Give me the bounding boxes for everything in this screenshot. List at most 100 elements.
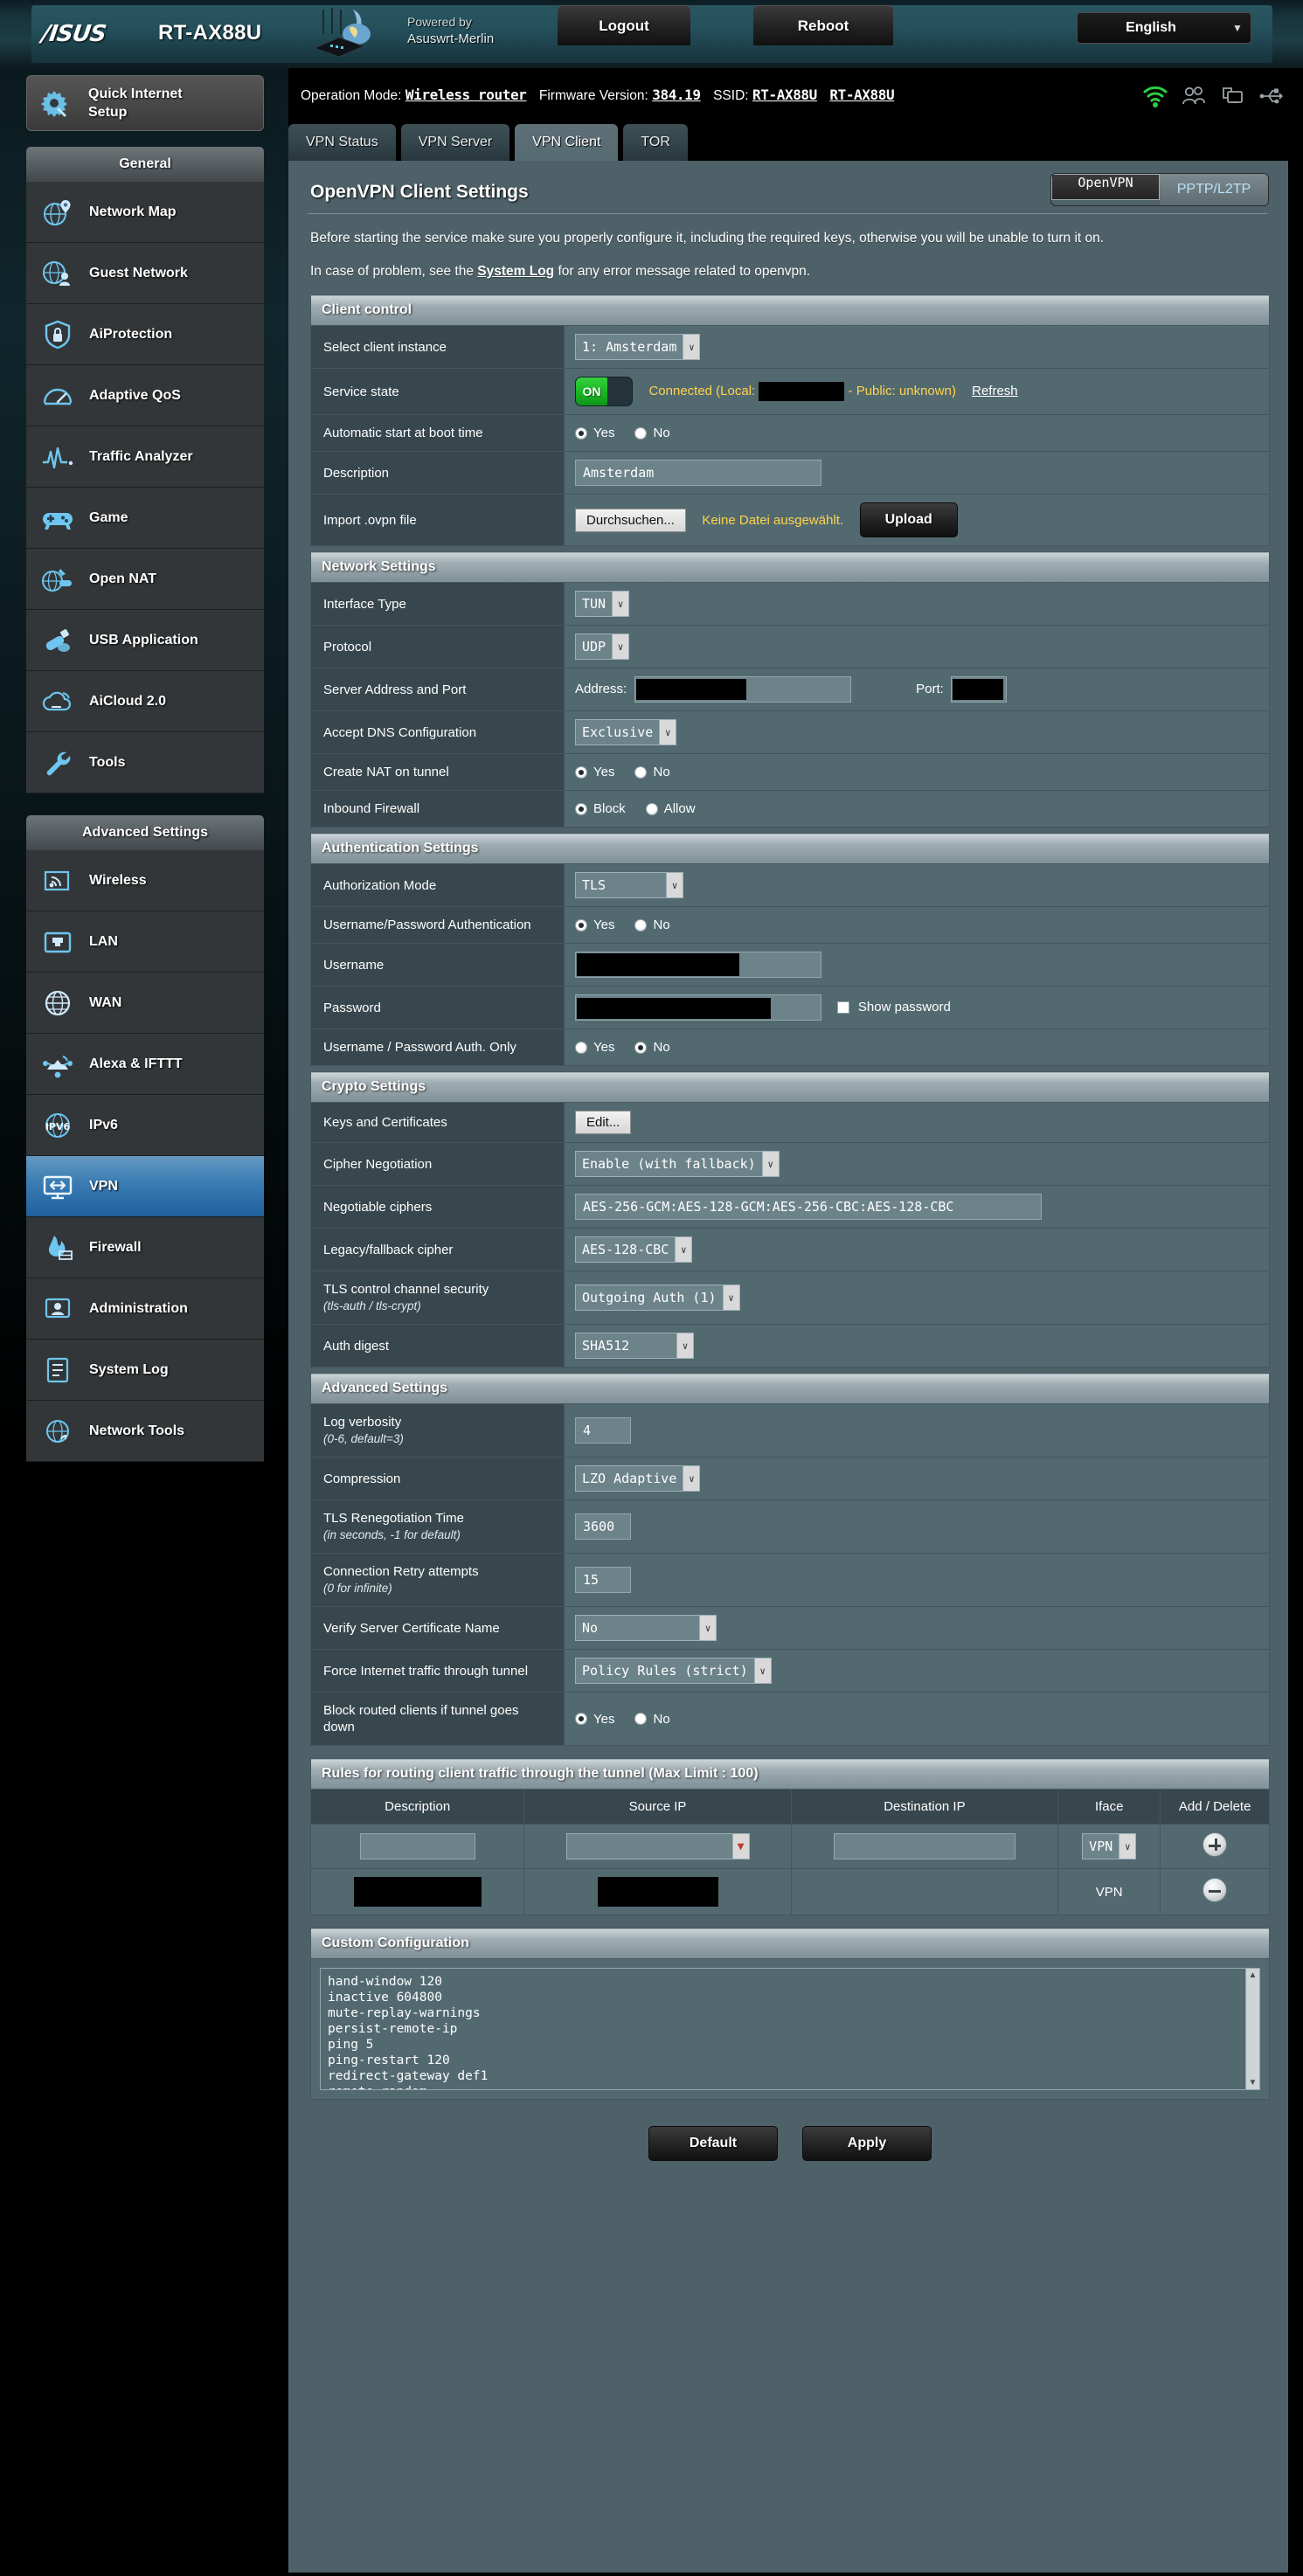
- auto-start-yes-radio[interactable]: [575, 426, 587, 440]
- authorization-mode-dropdown[interactable]: TLS ∨: [575, 872, 683, 898]
- negotiable-ciphers-input[interactable]: [575, 1194, 1042, 1220]
- clients-icon[interactable]: [1181, 84, 1207, 108]
- new-rule-iface-dropdown[interactable]: VPN ∨: [1082, 1833, 1137, 1859]
- description-input[interactable]: [575, 460, 821, 486]
- sidebar-item-open-nat[interactable]: Open NAT: [26, 549, 264, 610]
- language-selector[interactable]: English ▼: [1077, 12, 1251, 44]
- ssid-value-24g[interactable]: RT-AX88U: [752, 87, 817, 103]
- sidebar-item-alexa-ifttt[interactable]: Alexa & IFTTT: [26, 1034, 264, 1095]
- sidebar-item-system-log[interactable]: System Log: [26, 1340, 264, 1401]
- rule-description-redacted: [353, 1877, 482, 1907]
- ssid-value-5g[interactable]: RT-AX88U: [829, 87, 894, 103]
- sidebar-item-vpn[interactable]: VPN: [26, 1156, 264, 1217]
- label-create-nat: Create NAT on tunnel: [310, 753, 565, 791]
- default-button[interactable]: Default: [648, 2126, 778, 2161]
- operation-mode-value[interactable]: Wireless router: [405, 87, 527, 103]
- create-nat-no-radio[interactable]: [634, 765, 648, 779]
- sidebar-item-aiprotection[interactable]: AiProtection: [26, 304, 264, 365]
- userpass-only-yes-radio[interactable]: [575, 1041, 587, 1054]
- new-rule-description-input[interactable]: [359, 1833, 475, 1859]
- apply-button[interactable]: Apply: [802, 2126, 932, 2161]
- service-state-toggle[interactable]: ON: [575, 377, 633, 406]
- sidebar-item-aicloud[interactable]: AiCloud 2.0: [26, 671, 264, 732]
- tab-vpn-status[interactable]: VPN Status: [288, 124, 396, 161]
- log-verbosity-input[interactable]: [575, 1417, 631, 1444]
- inbound-firewall-block-radio[interactable]: [575, 802, 587, 815]
- sidebar-item-network-map[interactable]: Network Map: [26, 182, 264, 243]
- compression-dropdown[interactable]: LZO Adaptive ∨: [575, 1465, 701, 1492]
- minus-circle-icon[interactable]: [1203, 1878, 1228, 1902]
- cipher-negotiation-value: Enable (with fallback): [582, 1156, 756, 1172]
- tab-tor[interactable]: TOR: [623, 124, 688, 161]
- edit-keys-button[interactable]: Edit...: [575, 1111, 632, 1134]
- interface-type-value: TUN: [582, 596, 606, 612]
- userpass-auth-yes-radio[interactable]: [575, 918, 587, 931]
- sidebar-item-tools[interactable]: Tools: [26, 732, 264, 793]
- col-destination-ip: Destination IP: [790, 1789, 1059, 1825]
- new-rule-destination-ip-input[interactable]: [833, 1833, 1015, 1859]
- sidebar-item-usb-application[interactable]: USB Application: [26, 610, 264, 671]
- plus-circle-icon[interactable]: [1203, 1832, 1228, 1857]
- create-nat-yes-radio[interactable]: [575, 765, 587, 779]
- firmware-value[interactable]: 384.19: [652, 87, 701, 103]
- custom-configuration-textarea[interactable]: hand-window 120 inactive 604800 mute-rep…: [320, 1968, 1246, 2090]
- auth-digest-dropdown[interactable]: SHA512 ∨: [575, 1333, 694, 1359]
- asuswrt-merlin-logo-icon: [313, 8, 371, 58]
- row-retry-attempts: Connection Retry attempts (0 for infinit…: [310, 1553, 1270, 1607]
- legacy-cipher-dropdown[interactable]: AES-128-CBC ∨: [575, 1236, 693, 1263]
- wifi-icon[interactable]: [1142, 84, 1168, 108]
- chevron-down-icon: ∨: [675, 1237, 692, 1262]
- create-nat-no-label: No: [653, 765, 670, 779]
- new-rule-source-ip-dropdown[interactable]: ▼: [565, 1833, 750, 1859]
- sidebar-item-lan[interactable]: LAN: [26, 911, 264, 973]
- custom-configuration-scrollbar[interactable]: ▲ ▼: [1246, 1968, 1260, 2090]
- userpass-only-no-radio[interactable]: [634, 1041, 648, 1054]
- sidebar-item-label: Game: [89, 509, 128, 525]
- userpass-auth-no-radio[interactable]: [634, 918, 648, 931]
- sidebar-item-wan[interactable]: WAN: [26, 973, 264, 1034]
- sidebar-item-network-tools[interactable]: Network Tools: [26, 1401, 264, 1462]
- block-routed-no-radio[interactable]: [634, 1713, 648, 1725]
- row-password: Password Show password: [310, 986, 1270, 1029]
- sidebar-item-administration[interactable]: Administration: [26, 1278, 264, 1340]
- upload-button[interactable]: Upload: [859, 502, 958, 537]
- tab-vpn-client[interactable]: VPN Client: [515, 124, 619, 161]
- block-routed-yes-radio[interactable]: [575, 1713, 587, 1725]
- usb-icon[interactable]: [1258, 84, 1284, 108]
- quick-internet-setup-button[interactable]: Quick Internet Setup: [26, 75, 264, 131]
- reboot-button[interactable]: Reboot: [753, 5, 893, 45]
- auto-start-no-radio[interactable]: [634, 426, 648, 440]
- pptp-l2tp-button[interactable]: PPTP/L2TP: [1160, 174, 1268, 205]
- force-traffic-dropdown[interactable]: Policy Rules (strict) ∨: [575, 1658, 772, 1684]
- show-password-checkbox[interactable]: [837, 1001, 850, 1014]
- sidebar-item-wireless[interactable]: Wireless: [26, 850, 264, 911]
- inbound-firewall-allow-radio[interactable]: [645, 802, 658, 815]
- tls-renegotiation-input[interactable]: [575, 1513, 631, 1540]
- sidebar-item-adaptive-qos[interactable]: Adaptive QoS: [26, 365, 264, 426]
- sidebar-item-game[interactable]: Game: [26, 488, 264, 549]
- sidebar-item-ipv6[interactable]: IPV6 IPv6: [26, 1095, 264, 1156]
- system-log-link[interactable]: System Log: [477, 264, 554, 279]
- logout-button[interactable]: Logout: [558, 5, 690, 45]
- scroll-down-icon[interactable]: ▼: [1249, 2076, 1258, 2089]
- tab-vpn-server[interactable]: VPN Server: [400, 124, 510, 161]
- network-map-icon[interactable]: [1219, 84, 1245, 108]
- cipher-negotiation-dropdown[interactable]: Enable (with fallback) ∨: [575, 1151, 780, 1177]
- select-client-instance-dropdown[interactable]: 1: Amsterdam ∨: [575, 334, 701, 360]
- chevron-down-icon: ∨: [1119, 1834, 1136, 1859]
- scroll-up-icon[interactable]: ▲: [1249, 1969, 1258, 1982]
- verify-cert-name-dropdown[interactable]: No ∨: [575, 1615, 717, 1641]
- protocol-dropdown[interactable]: UDP ∨: [575, 634, 630, 660]
- sidebar-item-label: Guest Network: [89, 265, 188, 280]
- sidebar-item-guest-network[interactable]: Guest Network: [26, 243, 264, 304]
- retry-attempts-input[interactable]: [575, 1567, 631, 1593]
- accept-dns-dropdown[interactable]: Exclusive ∨: [575, 719, 677, 745]
- language-label: English: [1126, 20, 1176, 35]
- tls-control-dropdown[interactable]: Outgoing Auth (1) ∨: [575, 1285, 740, 1311]
- sidebar-item-traffic-analyzer[interactable]: Traffic Analyzer: [26, 426, 264, 488]
- sidebar-item-firewall[interactable]: Firewall: [26, 1217, 264, 1278]
- interface-type-dropdown[interactable]: TUN ∨: [575, 591, 630, 617]
- openvpn-button[interactable]: OpenVPN: [1051, 174, 1160, 200]
- refresh-link[interactable]: Refresh: [972, 384, 1018, 398]
- browse-file-button[interactable]: Durchsuchen...: [575, 508, 686, 532]
